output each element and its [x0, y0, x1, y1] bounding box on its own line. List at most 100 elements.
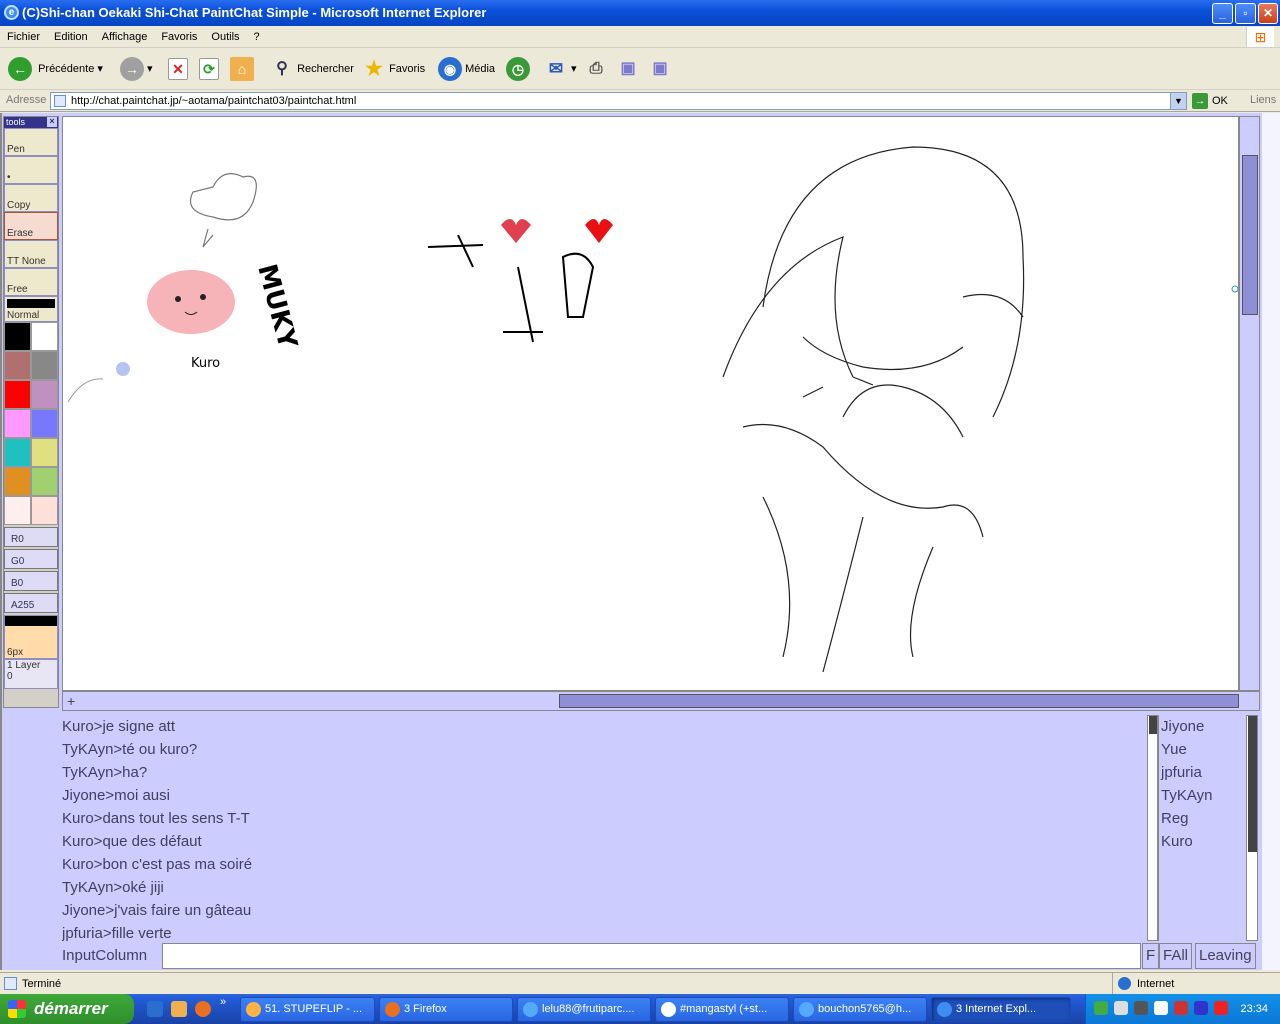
go-button[interactable]: → OK [1192, 93, 1228, 109]
color-swatch[interactable] [4, 438, 31, 467]
canvas-horizontal-scrollbar[interactable]: + [62, 691, 1260, 711]
task-mangastyl[interactable]: #mangastyl (+st... [655, 997, 789, 1022]
tray-app-icon[interactable] [1134, 1001, 1148, 1015]
color-swatch[interactable] [31, 496, 58, 525]
page-vertical-scrollbar[interactable] [1262, 113, 1280, 970]
layer-control[interactable]: 1 Layer 0 [4, 659, 58, 689]
media-button[interactable]: ◉ Média [438, 56, 495, 82]
extra-button[interactable]: ▣ [648, 56, 672, 82]
swatch-row [4, 438, 58, 467]
tool-free[interactable]: Free [4, 268, 58, 296]
color-swatch[interactable] [4, 496, 31, 525]
tools-close-icon[interactable]: × [47, 117, 57, 127]
user-list-item[interactable]: Reg [1161, 807, 1246, 830]
minimize-button[interactable]: _ [1212, 3, 1233, 24]
drawing-canvas[interactable]: MUKY Kuro [62, 116, 1239, 691]
refresh-button[interactable]: ⟳ [199, 56, 219, 82]
menu-affichage[interactable]: Affichage [95, 26, 155, 48]
tool-mode-normal[interactable]: Normal [4, 296, 58, 322]
user-list-item[interactable]: Kuro [1161, 830, 1246, 853]
color-swatch[interactable] [31, 467, 58, 496]
links-button[interactable]: Liens [1250, 94, 1276, 106]
color-swatch[interactable] [4, 322, 31, 351]
quicklaunch-winamp-icon[interactable] [171, 1001, 187, 1017]
search-button[interactable]: ⚲ Rechercher [270, 56, 354, 82]
user-scroll-thumb[interactable] [1248, 716, 1257, 852]
user-list-item[interactable]: TyKAyn [1161, 784, 1246, 807]
color-swatch[interactable] [4, 409, 31, 438]
slider-red[interactable]: R0 [4, 527, 58, 547]
start-button[interactable]: démarrer [0, 994, 134, 1024]
user-list-item[interactable]: jpfuria [1161, 761, 1246, 784]
address-input[interactable]: http://chat.paintchat.jp/~aotama/paintch… [50, 92, 1187, 110]
history-button[interactable]: ◷ [506, 56, 530, 82]
task-lelu88[interactable]: lelu88@frutiparc.... [517, 997, 651, 1022]
tool-pen[interactable]: Pen [4, 128, 58, 156]
tray-antivirus-icon[interactable] [1174, 1001, 1188, 1015]
color-swatch[interactable] [31, 351, 58, 380]
canvas-vscroll-thumb[interactable] [1242, 155, 1258, 315]
slider-green[interactable]: G0 [4, 549, 58, 569]
canvas-hscroll-thumb[interactable] [559, 694, 1239, 708]
zoom-plus-icon[interactable]: + [67, 693, 75, 709]
menu-edition[interactable]: Edition [47, 26, 95, 48]
tool-dot[interactable]: • [4, 156, 58, 184]
menu-help[interactable]: ? [247, 26, 267, 48]
status-zone: Internet [1112, 973, 1174, 995]
tray-volume-icon[interactable] [1114, 1001, 1128, 1015]
color-swatch[interactable] [4, 467, 31, 496]
maximize-button[interactable]: ▫ [1235, 3, 1256, 24]
tool-copy[interactable]: Copy [4, 184, 58, 212]
tool-erase[interactable]: Erase [4, 212, 58, 240]
task-internet-explorer[interactable]: 3 Internet Expl... [931, 997, 1071, 1022]
user-list-item[interactable]: Yue [1161, 738, 1246, 761]
chat-input[interactable] [162, 943, 1141, 969]
tools-panel: tools × Pen • Copy Erase TT None Free Nor… [3, 116, 59, 708]
color-swatch[interactable] [31, 380, 58, 409]
mail-button[interactable]: ✉ ▾ [544, 56, 577, 82]
slider-alpha[interactable]: A255 [4, 593, 58, 613]
color-swatch[interactable] [31, 409, 58, 438]
color-swatch[interactable] [31, 438, 58, 467]
task-bouchon[interactable]: bouchon5765@h... [793, 997, 927, 1022]
color-swatch[interactable] [4, 351, 31, 380]
menu-favoris[interactable]: Favoris [154, 26, 204, 48]
tray-app2-icon[interactable] [1154, 1001, 1168, 1015]
slider-blue[interactable]: B0 [4, 571, 58, 591]
quicklaunch-more-icon[interactable]: » [220, 996, 226, 1008]
quicklaunch-firefox-icon[interactable] [195, 1001, 211, 1017]
tray-network-icon[interactable] [1094, 1001, 1108, 1015]
task-stupeflip[interactable]: 51. STUPEFLIP - ... [240, 997, 375, 1022]
tray-shield-icon[interactable] [1194, 1001, 1208, 1015]
back-button[interactable]: ← Précédente ▾ [8, 56, 103, 82]
tool-tt-none[interactable]: TT None [4, 240, 58, 268]
menu-outils[interactable]: Outils [204, 26, 246, 48]
stop-button[interactable]: ✕ [168, 56, 188, 82]
messenger-button[interactable]: ▣ [616, 56, 640, 82]
chat-scrollbar[interactable] [1147, 715, 1158, 941]
leaving-button[interactable]: Leaving [1195, 943, 1256, 969]
color-swatch[interactable] [4, 380, 31, 409]
user-list-scrollbar[interactable] [1246, 715, 1258, 941]
start-label: démarrer [34, 999, 108, 1018]
task-firefox[interactable]: 3 Firefox [379, 997, 513, 1022]
tray-app3-icon[interactable] [1214, 1001, 1228, 1015]
f-button[interactable]: F [1142, 943, 1160, 969]
color-swatch[interactable] [31, 322, 58, 351]
print-button[interactable]: ⎙ [584, 56, 608, 82]
favorites-button[interactable]: ★ Favoris [362, 56, 425, 82]
chat-scroll-thumb[interactable] [1149, 716, 1157, 734]
address-dropdown-button[interactable]: ▼ [1170, 93, 1186, 109]
home-button[interactable]: ⌂ [230, 56, 254, 82]
pen-size-control[interactable]: 6px [4, 615, 58, 659]
close-button[interactable]: ✕ [1258, 3, 1278, 24]
quicklaunch-ie-icon[interactable] [147, 1001, 163, 1017]
windows-flag-icon [8, 1000, 26, 1018]
menu-fichier[interactable]: Fichier [0, 26, 47, 48]
chat-log: Kuro>je signe att TyKAyn>té ou kuro? TyKAy… [62, 715, 1147, 941]
address-label: Adresse [6, 94, 47, 106]
forward-button[interactable]: → ▾ [120, 56, 153, 82]
fall-button[interactable]: FAll [1159, 943, 1193, 969]
user-list-item[interactable]: Jiyone [1161, 715, 1246, 738]
canvas-vertical-scrollbar[interactable] [1239, 116, 1260, 691]
